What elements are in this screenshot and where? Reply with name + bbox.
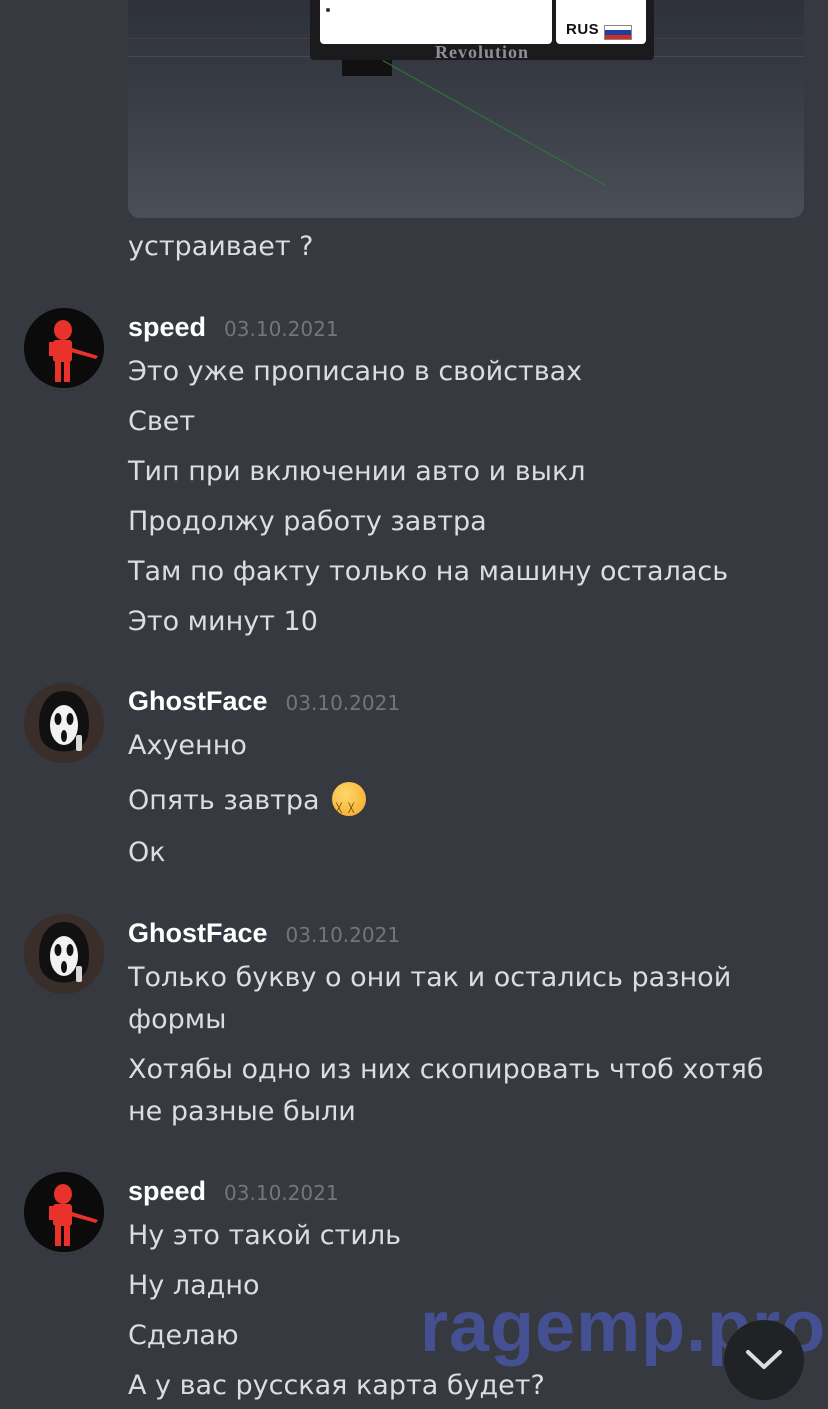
message-text: Сделаю xyxy=(128,1320,239,1351)
message-text: Опять завтра xyxy=(128,780,367,830)
message-text: Продолжу работу завтра xyxy=(128,506,487,537)
timestamp: 03.10.2021 xyxy=(224,317,339,341)
message-text: А у вас русская карта будет? xyxy=(128,1370,545,1401)
tired-face-emoji-icon xyxy=(332,782,367,830)
message-text: Это уже прописано в свойствах xyxy=(128,356,583,387)
plate-region-area: RUS xyxy=(556,0,646,44)
plate-number-area xyxy=(320,0,552,44)
message-text: Тип при включении авто и выкл xyxy=(128,456,586,487)
message-text: Только букву о они так и остались разной… xyxy=(128,962,732,1035)
speed-avatar-red-figure-icon[interactable] xyxy=(24,308,104,388)
username[interactable]: speed xyxy=(128,1176,206,1207)
username[interactable]: speed xyxy=(128,312,206,343)
message-text: Ахуенно xyxy=(128,730,247,761)
ghostface-mask-avatar-icon[interactable] xyxy=(24,683,104,763)
license-plate: RUS Revolution xyxy=(310,0,654,76)
plate-region-label: RUS xyxy=(566,21,600,38)
laser-line xyxy=(382,60,606,186)
russian-flag-icon xyxy=(604,25,632,40)
timestamp: 03.10.2021 xyxy=(285,691,401,715)
message-text-content: Опять завтра xyxy=(128,785,320,816)
message-text: Это минут 10 xyxy=(128,606,318,637)
speed-avatar-red-figure-icon[interactable] xyxy=(24,1172,104,1252)
message-text: Ну ладно xyxy=(128,1270,260,1301)
message-text: Там по факту только на машину осталась xyxy=(128,556,729,587)
message-text: Ну это такой стиль xyxy=(128,1220,402,1251)
message-text: Свет xyxy=(128,406,196,437)
jump-to-present-button[interactable] xyxy=(724,1320,804,1400)
chevron-down-icon xyxy=(746,1350,782,1369)
timestamp: 03.10.2021 xyxy=(224,1181,339,1205)
username[interactable]: GhostFace xyxy=(128,918,268,949)
message-text: Ок xyxy=(128,837,166,868)
image-attachment[interactable]: RUS Revolution xyxy=(128,0,804,218)
timestamp: 03.10.2021 xyxy=(285,923,401,947)
message-text: Хотябы одно из них скопировать чтоб хотя… xyxy=(128,1054,764,1127)
message-text: устраивает ? xyxy=(128,231,314,262)
username[interactable]: GhostFace xyxy=(128,686,268,717)
ghostface-mask-avatar-icon[interactable] xyxy=(24,914,104,994)
